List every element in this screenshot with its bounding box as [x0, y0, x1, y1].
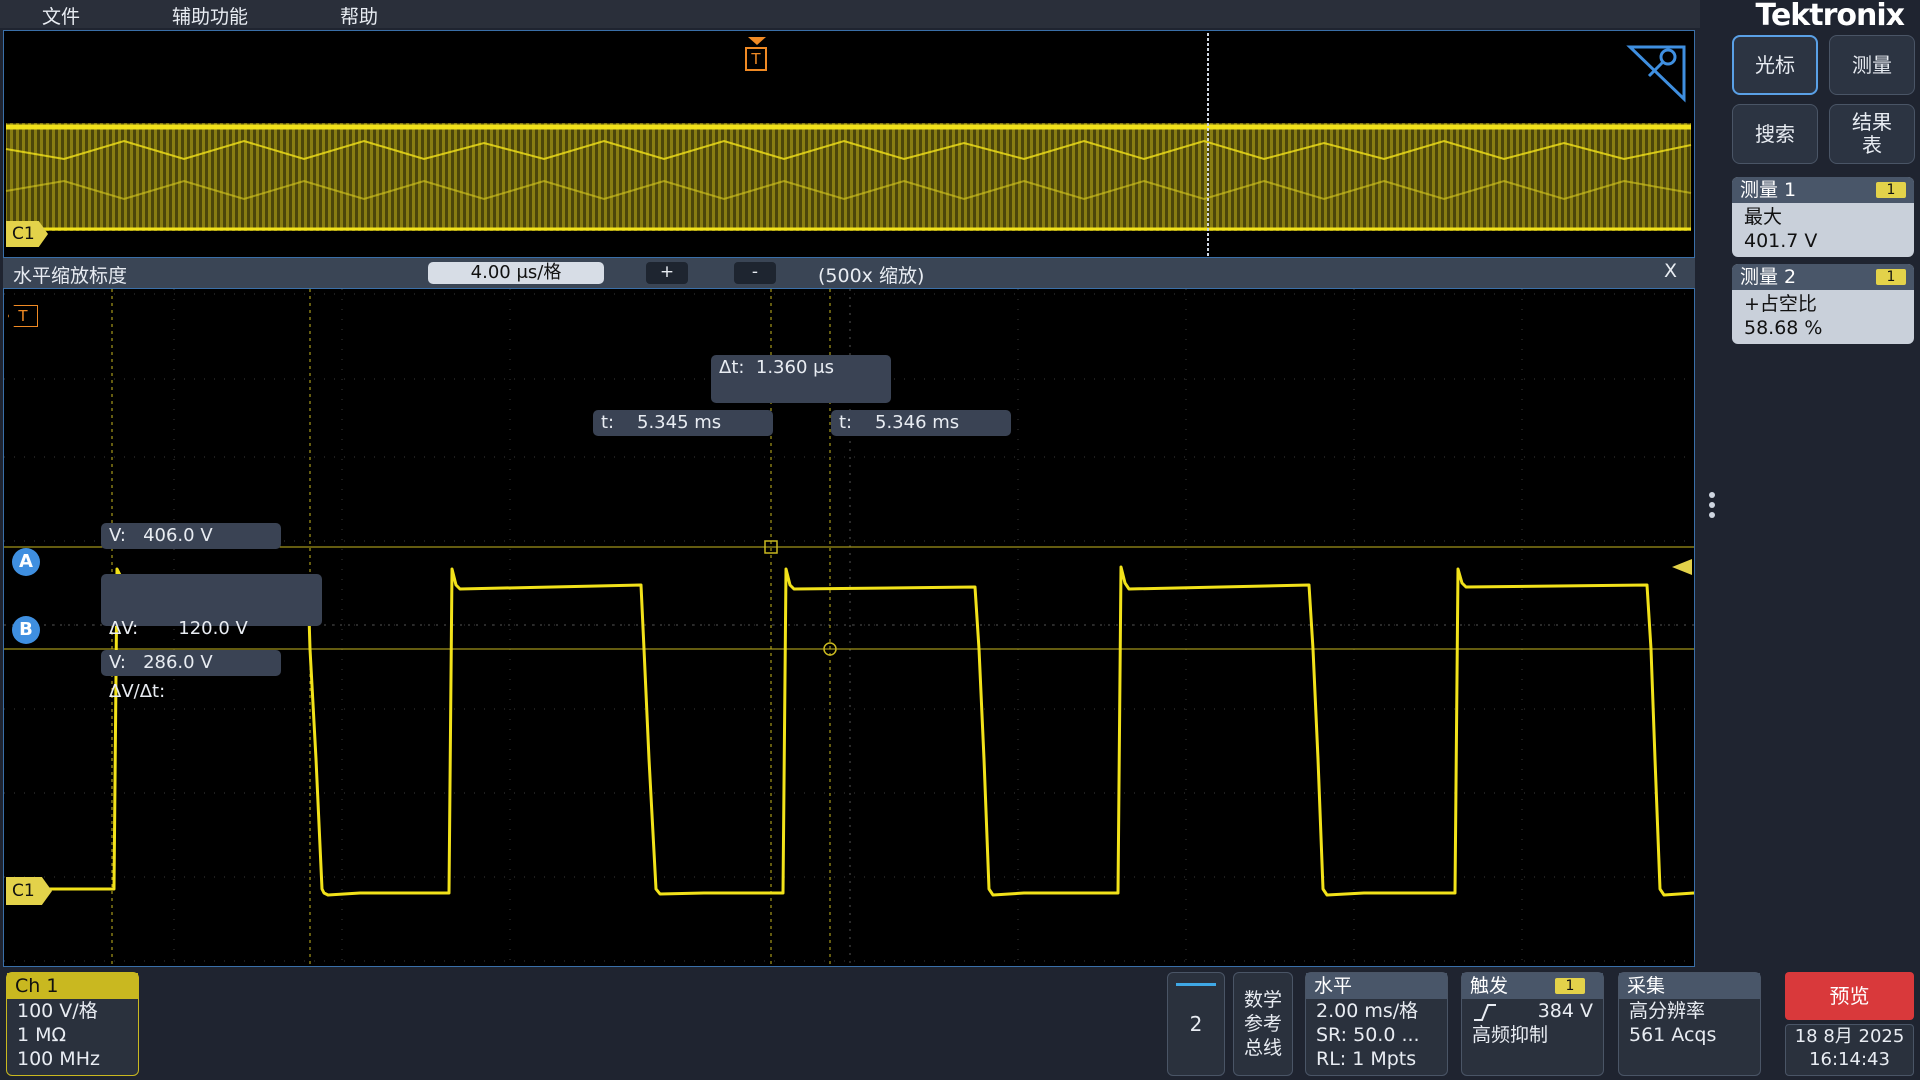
delta-v-dt-value: ΔV/Δt: [109, 681, 166, 702]
results-table-button[interactable]: 结果 表 [1829, 104, 1915, 164]
main-trigger-marker[interactable]: T [8, 305, 38, 327]
main-waveform-plot[interactable]: T A B C1 Δt: 1.360 μs t: 5.345 ms t: 5.3… [3, 288, 1695, 967]
channel-2-number: 2 [1189, 1012, 1203, 1036]
right-panel: 光标 测量 搜索 结果 表 测量 1 1 最大 401.7 V 测量 2 1 +占空… [1725, 28, 1920, 968]
cursor-a-marker[interactable]: A [12, 548, 40, 576]
horizontal-record-length: RL: 1 Mpts [1316, 1048, 1417, 1070]
date-time-display[interactable]: 18 8月 2025 16:14:43 [1785, 1024, 1914, 1076]
time-a-readout: t: 5.345 ms [593, 410, 773, 436]
menu-help[interactable]: 帮助 [340, 2, 378, 29]
zoom-close-button[interactable]: X [1664, 260, 1677, 282]
side-panel-handle-icon[interactable] [1707, 490, 1717, 524]
trigger-badge[interactable]: 触发 1 384 V 高频抑制 [1461, 972, 1604, 1076]
overview-envelope-tint [6, 123, 1691, 231]
channel-1-bandwidth: 100 MHz [17, 1048, 100, 1070]
trigger-coupling: 高频抑制 [1472, 1024, 1549, 1046]
search-button[interactable]: 搜索 [1732, 104, 1818, 164]
channel-1-impedance: 1 MΩ [17, 1024, 67, 1046]
results-button-line2: 表 [1862, 133, 1882, 157]
delta-t-readout: Δt: 1.360 μs [711, 355, 891, 403]
delta-v-readout: ΔV: 120.0 V ΔV/Δt: [101, 574, 322, 702]
channel-1-scale: 100 V/格 [17, 1000, 98, 1022]
measurement-2-name: +占空比 [1744, 293, 1817, 315]
preview-button[interactable]: 预览 [1785, 972, 1914, 1020]
measurement-1-name: 最大 [1744, 206, 1783, 228]
channel-2-color-bar [1176, 983, 1216, 986]
acquisition-mode: 高分辨率 [1629, 1000, 1706, 1022]
acquisition-badge[interactable]: 采集 高分辨率 561 Acqs [1618, 972, 1761, 1076]
results-button-line1: 结果 [1852, 110, 1892, 134]
math-label: 数学 [1243, 989, 1282, 1011]
zoom-out-button[interactable]: - [734, 262, 776, 284]
measurement-2-source: 1 [1876, 269, 1906, 285]
trigger-arrow-icon [748, 37, 766, 45]
zoom-bar: 水平缩放标度 4.00 μs/格 + - (500x 缩放) X [3, 258, 1695, 288]
measurement-1-title: 测量 1 [1740, 179, 1797, 201]
delta-v-value: ΔV: 120.0 V [109, 618, 248, 639]
voltage-b-readout: V: 286.0 V [101, 650, 281, 676]
math-ref-bus-button[interactable]: 数学 参考 总线 [1233, 972, 1293, 1076]
ref-label: 参考 [1243, 1013, 1282, 1035]
measurement-1-value: 401.7 V [1744, 230, 1818, 252]
measure-button[interactable]: 测量 [1829, 35, 1915, 95]
add-channel-2-button[interactable]: 2 [1167, 972, 1225, 1076]
trigger-source: 1 [1555, 978, 1585, 994]
horizontal-sample-rate: SR: 50.0 ... [1316, 1024, 1420, 1046]
time-label: 16:14:43 [1809, 1049, 1890, 1070]
time-b-readout: t: 5.346 ms [831, 410, 1011, 436]
overview-waveform[interactable]: T C1 [3, 30, 1695, 258]
bus-label: 总线 [1243, 1037, 1282, 1059]
trigger-level-arrow-icon[interactable] [1672, 559, 1692, 575]
horizontal-badge[interactable]: 水平 2.00 ms/格 SR: 50.0 ... RL: 1 Mpts [1305, 972, 1448, 1076]
zoom-factor: (500x 缩放) [818, 265, 925, 287]
date-label: 18 8月 2025 [1794, 1026, 1905, 1047]
trigger-level: 384 V [1537, 1000, 1593, 1022]
measurement-1-badge[interactable]: 测量 1 1 最大 401.7 V [1732, 177, 1914, 257]
measurement-2-badge[interactable]: 测量 2 1 +占空比 58.68 % [1732, 264, 1914, 344]
zoom-scale-field[interactable]: 4.00 μs/格 [428, 262, 604, 284]
measurement-1-source: 1 [1876, 182, 1906, 198]
cursor-button[interactable]: 光标 [1732, 35, 1818, 95]
horizontal-scale: 2.00 ms/格 [1316, 1000, 1419, 1022]
trigger-title: 触发 [1470, 975, 1509, 997]
channel-1-badge[interactable]: Ch 1 100 V/格 1 MΩ 100 MHz [6, 972, 139, 1076]
menu-file[interactable]: 文件 [42, 2, 80, 29]
channel-1-title: Ch 1 [7, 973, 138, 999]
overview-trigger-marker[interactable]: T [745, 47, 767, 71]
zoom-magnifier-icon[interactable] [1626, 45, 1686, 103]
menu-accessibility[interactable]: 辅助功能 [172, 2, 248, 29]
rising-edge-icon [1474, 1004, 1496, 1021]
zoom-in-button[interactable]: + [646, 262, 688, 284]
measurement-2-value: 58.68 % [1744, 317, 1823, 339]
measurement-2-title: 测量 2 [1740, 266, 1797, 288]
menu-bar: 文件 辅助功能 帮助 [0, 0, 1700, 28]
horizontal-title: 水平 [1306, 973, 1447, 999]
acquisition-title: 采集 [1619, 973, 1760, 999]
acquisition-count: 561 Acqs [1629, 1024, 1717, 1046]
voltage-a-readout: V: 406.0 V [101, 523, 281, 549]
cursor-b-marker[interactable]: B [12, 616, 40, 644]
overview-svg [5, 33, 1692, 257]
zoom-title: 水平缩放标度 [13, 265, 128, 287]
